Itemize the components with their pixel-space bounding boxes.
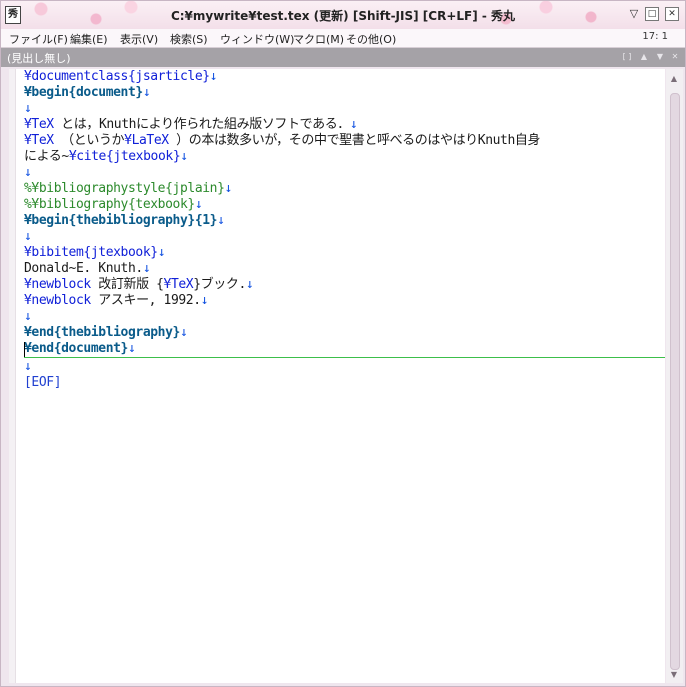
code-line: ¥newblock アスキー, 1992.↓ [24, 293, 209, 309]
latex-environment: ¥end{document} [24, 341, 128, 356]
menu-macro[interactable]: マクロ(M) [293, 31, 344, 47]
body-text: Donald~E. Knuth. [24, 261, 143, 276]
outline-close-button[interactable]: ✕ [669, 51, 681, 63]
body-text: とは，Knuthにより作られた組み版ソフトである． [53, 117, 350, 132]
code-line: ¥newblock 改訂新版 {¥TeX}ブック.↓ [24, 277, 254, 293]
code-line: ¥begin{thebibliography}{1}↓ [24, 213, 225, 229]
newline-mark: ↓ [179, 325, 188, 340]
latex-command: ¥TeX [24, 133, 54, 148]
code-line: ↓ [24, 101, 32, 117]
menu-edit[interactable]: 編集(E) [70, 31, 108, 47]
menu-window[interactable]: ウィンドウ(W) [220, 31, 294, 47]
vertical-scrollbar[interactable]: ▲ ▼ [666, 69, 683, 683]
body-text: アスキー, 1992. [90, 293, 201, 308]
latex-comment: %¥bibliographystyle{jplain} [24, 181, 225, 196]
code-line: ¥TeX とは，Knuthにより作られた組み版ソフトである．↓ [24, 117, 358, 133]
code-line: Donald~E. Knuth.↓ [24, 261, 151, 277]
latex-command: ¥bibitem{jtexbook} [24, 245, 158, 260]
code-line: ¥bibitem{jtexbook}↓ [24, 245, 166, 261]
code-line: ↓ [24, 229, 32, 245]
newline-mark: ↓ [142, 85, 151, 100]
code-line: ↓ [24, 359, 32, 375]
latex-command: ¥documentclass{jsarticle} [24, 69, 210, 84]
latex-command: ¥TeX [24, 117, 54, 132]
menu-other[interactable]: その他(O) [346, 31, 396, 47]
body-text: }ブック. [193, 277, 246, 292]
latex-environment: ¥begin{document} [24, 85, 143, 100]
newline-mark: ↓ [194, 197, 203, 212]
newline-mark: ↓ [24, 101, 32, 116]
code-line: ↓ [24, 309, 32, 325]
outline-toggle-button[interactable]: [ ] [621, 51, 633, 63]
scroll-up-icon[interactable]: ▲ [669, 75, 679, 83]
code-line: ¥documentclass{jsarticle}↓ [24, 69, 218, 85]
cursor-line-underline [24, 357, 665, 358]
text-caret [24, 342, 25, 357]
newline-mark: ↓ [209, 69, 218, 84]
menu-bar: ファイル(F) 編集(E) 表示(V) 検索(S) ウィンドウ(W) マクロ(M… [1, 29, 685, 48]
code-line: ¥end{thebibliography}↓ [24, 325, 188, 341]
scroll-down-icon[interactable]: ▼ [669, 671, 679, 679]
body-text: ）の本は数多いが，その中で聖書と呼べるのはやはりKnuth自身 [168, 133, 541, 148]
code-line: ¥begin{document}↓ [24, 85, 151, 101]
newline-mark: ↓ [127, 341, 136, 356]
latex-command: ¥newblock [24, 277, 91, 292]
menu-file[interactable]: ファイル(F) [9, 31, 68, 47]
latex-command: ¥LaTeX [124, 133, 169, 148]
code-line: %¥bibliographystyle{jplain}↓ [24, 181, 232, 197]
latex-command: ¥cite{jtexbook} [68, 149, 181, 164]
body-text: 改訂新版 { [90, 277, 164, 292]
outline-next-button[interactable]: ▼ [654, 51, 666, 63]
outline-header-bar: (見出し無し) [ ] ▲ ▼ ✕ [1, 48, 685, 67]
code-line: [EOF] [24, 375, 62, 391]
latex-comment: %¥bibliography{texbook} [24, 197, 195, 212]
eof-marker: [EOF] [24, 375, 62, 390]
close-button[interactable]: ✕ [665, 7, 679, 21]
outline-label: (見出し無し) [7, 52, 71, 65]
newline-mark: ↓ [24, 309, 32, 324]
menu-search[interactable]: 検索(S) [170, 31, 208, 47]
latex-command: ¥newblock [24, 293, 91, 308]
latex-command: ¥TeX [163, 277, 194, 292]
newline-mark: ↓ [224, 181, 233, 196]
cursor-position: 17: 1 [642, 31, 668, 42]
newline-mark: ↓ [142, 261, 151, 276]
window-title: C:¥mywrite¥test.tex (更新) [Shift-JIS] [CR… [170, 9, 516, 23]
code-line: による~¥cite{jtexbook}↓ [24, 149, 188, 165]
title-bar[interactable]: 秀 C:¥mywrite¥test.tex (更新) [Shift-JIS] [… [1, 1, 685, 30]
maximize-button[interactable]: □ [645, 7, 659, 21]
editor-gutter [9, 69, 16, 683]
code-line: ↓ [24, 165, 32, 181]
latex-environment: ¥end{thebibliography} [24, 325, 180, 340]
body-text: （というか [53, 133, 125, 148]
newline-mark: ↓ [217, 213, 225, 228]
code-line: ¥TeX （というか¥LaTeX ）の本は数多いが，その中で聖書と呼べるのはやは… [24, 133, 541, 149]
newline-mark: ↓ [245, 277, 254, 292]
newline-mark: ↓ [180, 149, 188, 164]
outline-prev-button[interactable]: ▲ [638, 51, 650, 63]
body-text: による~ [24, 149, 69, 164]
code-line: %¥bibliography{texbook}↓ [24, 197, 203, 213]
code-line: ¥end{document}↓ [24, 341, 136, 357]
newline-mark: ↓ [349, 117, 358, 132]
editor-window: 秀 C:¥mywrite¥test.tex (更新) [Shift-JIS] [… [0, 0, 686, 687]
menu-view[interactable]: 表示(V) [120, 31, 158, 47]
newline-mark: ↓ [200, 293, 209, 308]
scrollbar-thumb[interactable] [670, 93, 680, 670]
minimize-button[interactable]: ▽ [627, 7, 641, 21]
newline-mark: ↓ [24, 165, 32, 180]
newline-mark: ↓ [157, 245, 166, 260]
latex-environment: ¥begin{thebibliography}{1} [24, 213, 218, 228]
newline-mark: ↓ [24, 229, 32, 244]
newline-mark: ↓ [24, 359, 32, 374]
text-editor[interactable]: ¥documentclass{jsarticle}↓ ¥begin{docume… [9, 69, 665, 683]
